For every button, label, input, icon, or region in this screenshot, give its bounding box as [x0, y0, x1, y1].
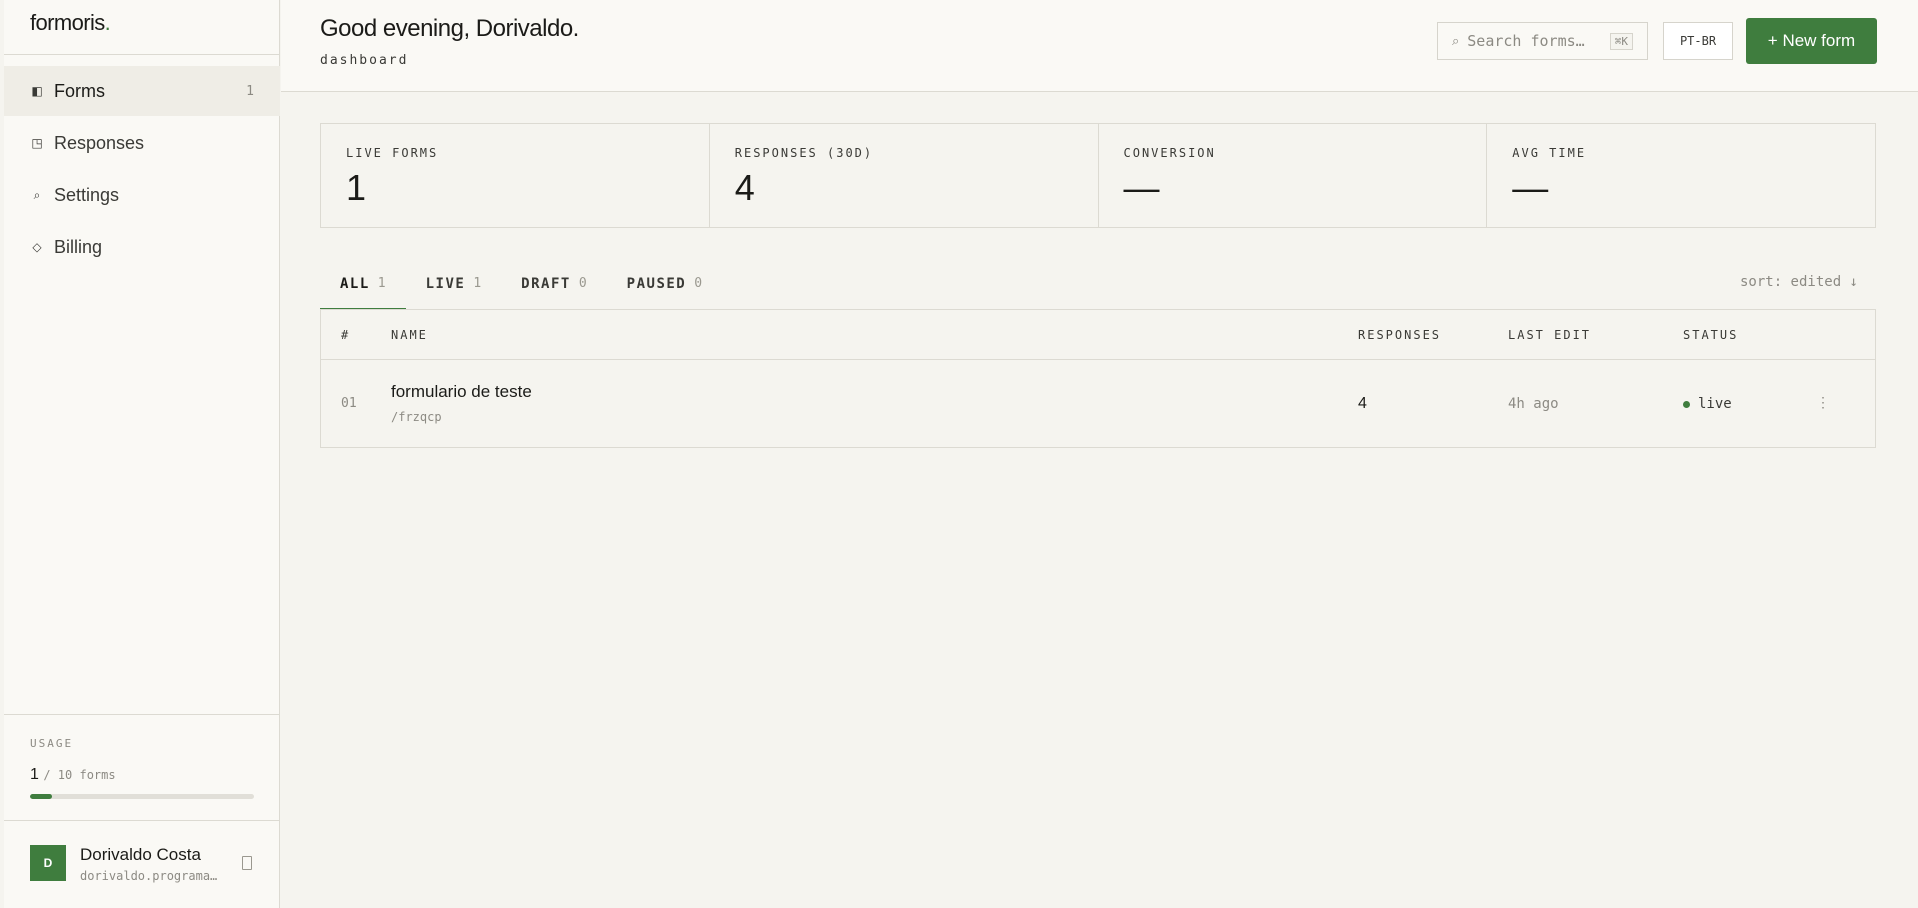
tab-all[interactable]: ALL 1: [320, 264, 406, 310]
status-text: live: [1698, 396, 1732, 412]
status-badge: live: [1683, 396, 1732, 412]
page-header: Good evening, Dorivaldo. dashboard ⌕ Sea…: [281, 0, 1918, 92]
tab-label: DRAFT: [521, 276, 571, 292]
filter-tabs: ALL 1 LIVE 1 DRAFT 0 PAUSED 0 sort: edit…: [320, 264, 1876, 310]
stats-panel: LIVE FORMS 1 RESPONSES (30D) 4 CONVERSIO…: [320, 123, 1876, 228]
logout-icon[interactable]: [242, 856, 252, 870]
usage-progress-bar: [30, 794, 254, 799]
row-index: 01: [341, 396, 357, 411]
user-panel: D Dorivaldo Costa dorivaldo.programa…: [4, 820, 280, 908]
app-logo[interactable]: formoris.: [30, 10, 111, 36]
stat-avg-time: AVG TIME —: [1487, 124, 1875, 227]
stat-label: RESPONSES (30D): [734, 146, 874, 160]
tab-live[interactable]: LIVE 1: [406, 264, 502, 310]
sidebar: formoris. ◧ Forms 1 ◳ Responses ⌕ Settin…: [4, 0, 280, 908]
usage-title: USAGE: [30, 737, 74, 750]
column-header-last-edit: LAST EDIT: [1508, 328, 1592, 342]
form-last-edit: 4h ago: [1508, 396, 1559, 412]
sidebar-item-responses[interactable]: ◳ Responses: [4, 118, 280, 168]
tab-label: ALL: [340, 276, 370, 292]
tab-paused[interactable]: PAUSED 0: [607, 264, 722, 310]
usage-limit: / 10 forms: [43, 768, 116, 782]
tab-label: LIVE: [425, 276, 466, 292]
sidebar-nav: ◧ Forms 1 ◳ Responses ⌕ Settings ◇ Billi…: [4, 66, 280, 274]
sidebar-item-label: Settings: [54, 184, 120, 205]
user-name: Dorivaldo Costa: [80, 845, 201, 864]
settings-icon: ⌕: [33, 187, 41, 202]
sidebar-item-billing[interactable]: ◇ Billing: [4, 222, 280, 272]
logo-dot: .: [104, 10, 111, 35]
tab-count: 1: [473, 276, 482, 291]
new-form-button[interactable]: + New form: [1746, 18, 1877, 64]
stat-conversion: CONVERSION —: [1099, 124, 1488, 227]
tab-count: 0: [694, 276, 703, 291]
responses-icon: ◳: [31, 136, 43, 150]
breadcrumb: dashboard: [320, 53, 409, 68]
logo-text: formoris: [30, 10, 105, 35]
search-placeholder: Search forms…: [1467, 32, 1585, 50]
column-header-responses: RESPONSES: [1358, 328, 1442, 342]
forms-table: # NAME RESPONSES LAST EDIT STATUS 01 for…: [320, 309, 1876, 448]
billing-icon: ◇: [32, 240, 42, 254]
usage-panel: USAGE 1 / 10 forms: [4, 714, 280, 820]
form-slug: /frzqcp: [391, 410, 442, 424]
search-input[interactable]: ⌕ Search forms… ⌘K: [1437, 22, 1648, 60]
stat-value: —: [1123, 167, 1160, 208]
sidebar-item-settings[interactable]: ⌕ Settings: [4, 170, 280, 220]
stat-label: LIVE FORMS: [346, 146, 439, 160]
stat-value: —: [1512, 167, 1549, 208]
table-row[interactable]: 01 formulario de teste /frzqcp 4 4h ago …: [321, 360, 1875, 447]
tab-count: 0: [578, 276, 587, 291]
stat-responses: RESPONSES (30D) 4: [710, 124, 1099, 227]
column-header-name: NAME: [391, 328, 428, 342]
sort-dropdown[interactable]: sort: edited ↓: [1740, 274, 1858, 290]
tab-count: 1: [377, 276, 386, 291]
status-dot-icon: [1683, 400, 1690, 408]
row-more-icon[interactable]: ⋮: [1816, 394, 1830, 411]
tab-label: PAUSED: [626, 276, 687, 292]
stat-label: CONVERSION: [1123, 146, 1216, 160]
stat-live-forms: LIVE FORMS 1: [321, 124, 710, 227]
forms-icon: ◧: [31, 84, 43, 98]
usage-progress-fill: [30, 794, 53, 799]
sidebar-item-label: Billing: [54, 236, 103, 257]
sidebar-item-label: Responses: [54, 132, 145, 153]
usage-line: 1 / 10 forms: [30, 766, 254, 784]
stat-label: AVG TIME: [1512, 146, 1587, 160]
search-shortcut-badge: ⌘K: [1609, 32, 1633, 50]
stat-value: 4: [734, 167, 755, 208]
avatar[interactable]: D: [30, 845, 66, 881]
language-button[interactable]: PT-BR: [1663, 22, 1733, 60]
column-header-index: #: [341, 328, 351, 342]
sidebar-item-label: Forms: [54, 80, 105, 101]
user-email: dorivaldo.programa…: [80, 869, 218, 883]
tab-draft[interactable]: DRAFT 0: [501, 264, 606, 310]
form-responses: 4: [1358, 395, 1367, 412]
search-icon: ⌕: [1452, 33, 1460, 48]
column-header-status: STATUS: [1683, 328, 1739, 342]
sidebar-item-forms[interactable]: ◧ Forms 1: [4, 66, 280, 116]
form-name[interactable]: formulario de teste: [391, 382, 532, 402]
table-header: # NAME RESPONSES LAST EDIT STATUS: [321, 310, 1875, 360]
page-title: Good evening, Dorivaldo.: [320, 15, 579, 42]
usage-count: 1: [30, 766, 39, 783]
stat-value: 1: [346, 167, 367, 208]
sidebar-divider: [4, 54, 280, 55]
sidebar-item-count: 1: [246, 83, 254, 99]
